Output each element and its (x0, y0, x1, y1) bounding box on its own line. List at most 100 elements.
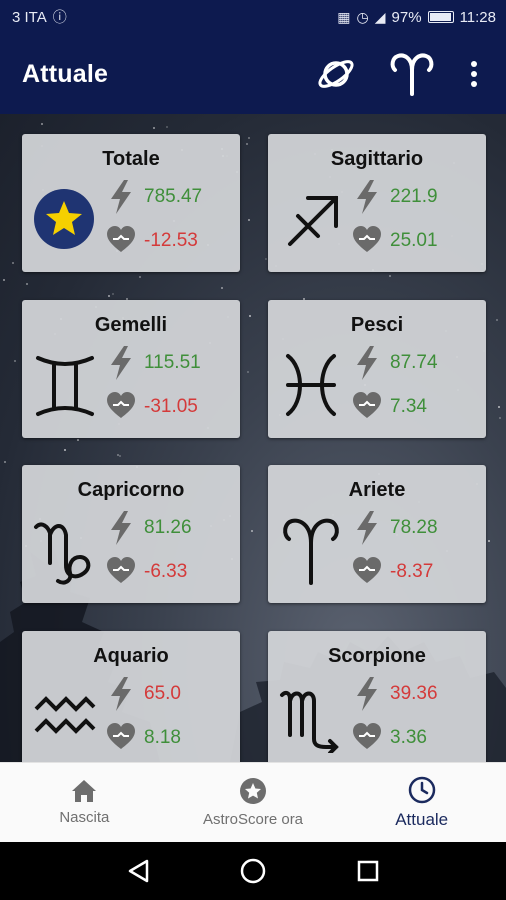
energy-bolt-icon (357, 180, 377, 214)
home-icon (72, 780, 97, 802)
nav-item-nascita[interactable]: Nascita (0, 763, 169, 842)
star-dot (64, 449, 66, 451)
sign-card-capricorno[interactable]: Capricorno 81.26 -6.33 (22, 465, 240, 603)
harmony-value: 8.18 (144, 727, 181, 748)
planet-button[interactable] (308, 46, 364, 102)
energy-value: 785.47 (144, 186, 203, 207)
star-dot (3, 279, 5, 281)
sign-name: Ariete (348, 479, 406, 501)
nav-label: AstroScore ora (202, 811, 304, 828)
energy-bolt-icon (111, 180, 131, 214)
vibrate-icon: ▦ (337, 8, 351, 25)
energy-bolt-icon (357, 677, 377, 711)
star-dot (248, 137, 250, 139)
home-system-button[interactable] (233, 851, 273, 891)
system-navigation-bar (0, 842, 506, 900)
star-dot (108, 295, 110, 297)
harmony-value: -12.53 (144, 230, 198, 251)
recents-button[interactable] (348, 851, 388, 891)
star-dot (265, 258, 267, 260)
sign-button[interactable] (384, 46, 440, 102)
star-dot (77, 439, 79, 441)
star-dot (139, 276, 141, 278)
star-dot (389, 275, 391, 277)
sign-name: Sagittario (330, 148, 424, 170)
star-dot (12, 262, 14, 264)
energy-value: 221.9 (390, 186, 438, 207)
pisces-icon (286, 354, 336, 416)
star-dot (247, 371, 249, 373)
sign-name: Capricorno (77, 479, 185, 501)
star-dot (498, 406, 500, 408)
energy-value: 39.36 (390, 683, 438, 704)
star-dot (499, 417, 501, 419)
harmony-heart-icon (107, 392, 135, 418)
more-vert-icon (471, 61, 477, 87)
star-dot (4, 461, 6, 463)
home-circle-icon (240, 858, 266, 884)
harmony-value: 3.36 (390, 727, 427, 748)
star-dot (117, 454, 119, 456)
nav-item-astroscore[interactable]: AstroScore ora (169, 763, 338, 842)
energy-bolt-icon (111, 511, 131, 545)
nav-item-attuale[interactable]: Attuale (337, 763, 506, 842)
sign-name: Aquario (93, 645, 169, 667)
harmony-value: -6.33 (144, 561, 188, 582)
more-options-button[interactable] (460, 46, 488, 102)
energy-bolt-icon (111, 346, 131, 380)
signal-icon: ◢ (374, 8, 386, 25)
nav-label: Attuale (395, 809, 449, 829)
harmony-value: 7.34 (390, 396, 427, 417)
app-bar: Attuale (0, 34, 506, 114)
energy-value: 81.26 (144, 517, 192, 538)
battery-icon (427, 11, 454, 23)
alarm-icon: ◷ (356, 8, 369, 25)
star-dot (41, 123, 43, 125)
energy-value: 65.0 (144, 683, 181, 704)
energy-bolt-icon (111, 677, 131, 711)
sign-name: Gemelli (94, 314, 168, 336)
harmony-heart-icon (107, 226, 135, 252)
star-dot (249, 315, 251, 317)
star-dot (496, 319, 498, 321)
sign-card-sagittario[interactable]: Sagittario 221.9 25.01 (268, 134, 486, 272)
scorpio-icon (280, 690, 339, 753)
battery-percent: 97% (391, 8, 422, 26)
sign-card-ariete[interactable]: Ariete 78.28 -8.37 (268, 465, 486, 603)
star-dot (153, 127, 155, 129)
star-dot (112, 293, 114, 295)
sign-card-aquario[interactable]: Aquario 65.0 8.18 (22, 631, 240, 762)
star-dot (26, 283, 28, 285)
clock-time: 11:28 (459, 8, 496, 26)
sign-card-gemelli[interactable]: Gemelli 115.51 -31.05 (22, 300, 240, 438)
star-dot (14, 360, 16, 362)
sign-name: Scorpione (328, 645, 426, 667)
sagittarius-icon (288, 196, 338, 246)
capricorn-icon (34, 522, 91, 585)
sign-card-scorpione[interactable]: Scorpione 39.36 3.36 (268, 631, 486, 762)
sign-name: Pesci (350, 314, 404, 336)
planet-icon (318, 60, 354, 88)
aries-sign-icon (390, 53, 434, 96)
recents-square-icon (358, 860, 379, 882)
harmony-heart-icon (107, 723, 135, 749)
harmony-heart-icon (353, 226, 381, 252)
harmony-heart-icon (107, 557, 135, 583)
back-button[interactable] (118, 851, 158, 891)
harmony-value: -31.05 (144, 396, 198, 417)
star-dot (166, 126, 168, 128)
star-dot (248, 219, 250, 221)
sign-grid[interactable]: Totale 785.47 -12.53 Sagittario 221.9 25… (0, 114, 506, 762)
energy-bolt-icon (357, 346, 377, 380)
harmony-value: 25.01 (390, 230, 438, 251)
sign-card-totale[interactable]: Totale 785.47 -12.53 (22, 134, 240, 272)
sign-card-pesci[interactable]: Pesci 87.74 7.34 (268, 300, 486, 438)
harmony-value: -8.37 (390, 561, 434, 582)
bottom-navigation: Nascita AstroScore ora Attuale (0, 762, 506, 842)
harmony-heart-icon (353, 392, 381, 418)
page-title: Attuale (22, 59, 109, 88)
star-dot (119, 455, 121, 457)
energy-value: 78.28 (390, 517, 438, 538)
gemini-icon (36, 356, 94, 416)
energy-bolt-icon (357, 511, 377, 545)
